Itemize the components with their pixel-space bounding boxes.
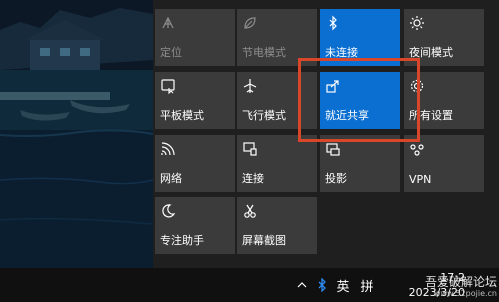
tile-snip[interactable]: 屏幕截图 [237,197,317,254]
connect-icon [242,141,258,157]
tile-label: 投影 [325,172,347,185]
tile-label: 节电模式 [242,46,286,59]
tile-label: 屏幕截图 [242,234,286,247]
moon-icon [160,203,176,219]
tile-connect[interactable]: 连接 [237,135,317,192]
bluetooth-icon[interactable] [314,268,330,302]
tile-network[interactable]: 网络 [155,135,235,192]
input-language-indicator[interactable]: 英 [334,268,352,302]
tile-all-settings[interactable]: 所有设置 [404,72,484,129]
tile-label: 连接 [242,172,264,185]
snip-icon [242,203,258,219]
tile-label: 未连接 [325,46,358,59]
tile-battery-saver[interactable]: 节电模式 [237,9,317,66]
leaf-icon [242,15,258,31]
desktop-wallpaper [0,0,153,268]
network-icon [160,141,176,157]
watermark-title: 吾爱破解论坛 [424,275,497,289]
tile-tablet-mode[interactable]: 平板模式 [155,72,235,129]
vpn-icon [409,141,425,157]
tile-vpn[interactable]: VPN [404,135,484,192]
gear-icon [409,78,425,94]
tile-project[interactable]: 投影 [320,135,400,192]
tile-night-light[interactable]: 夜间模式 [404,9,484,66]
tablet-icon [160,78,176,94]
location-icon [160,15,176,31]
tile-label: 定位 [160,46,182,59]
tile-label: 网络 [160,172,182,185]
tile-label: 专注助手 [160,234,204,247]
brightness-icon [409,15,425,31]
tile-label: 飞行模式 [242,109,286,122]
bluetooth-icon [325,15,341,31]
wallpaper-image [0,0,153,268]
project-icon [325,141,341,157]
tile-bluetooth[interactable]: 未连接 [320,9,400,66]
watermark-url: www.52pojie.cn [434,289,497,298]
chevron-up-icon[interactable] [294,268,310,302]
ime-mode-indicator[interactable]: 拼 [358,268,376,302]
watermark: 吾爱破解论坛 www.52pojie.cn [425,276,497,300]
tile-label: 平板模式 [160,109,204,122]
tile-focus-assist[interactable]: 专注助手 [155,197,235,254]
tile-label: 就近共享 [325,109,369,122]
tile-label: 所有设置 [409,109,453,122]
share-icon [325,78,341,94]
tile-label: 夜间模式 [409,46,453,59]
tile-location[interactable]: 定位 [155,9,235,66]
tile-airplane-mode[interactable]: 飞行模式 [237,72,317,129]
tile-nearby-sharing[interactable]: 就近共享 [320,72,400,129]
airplane-icon [242,78,258,94]
tile-label: VPN [409,173,432,186]
